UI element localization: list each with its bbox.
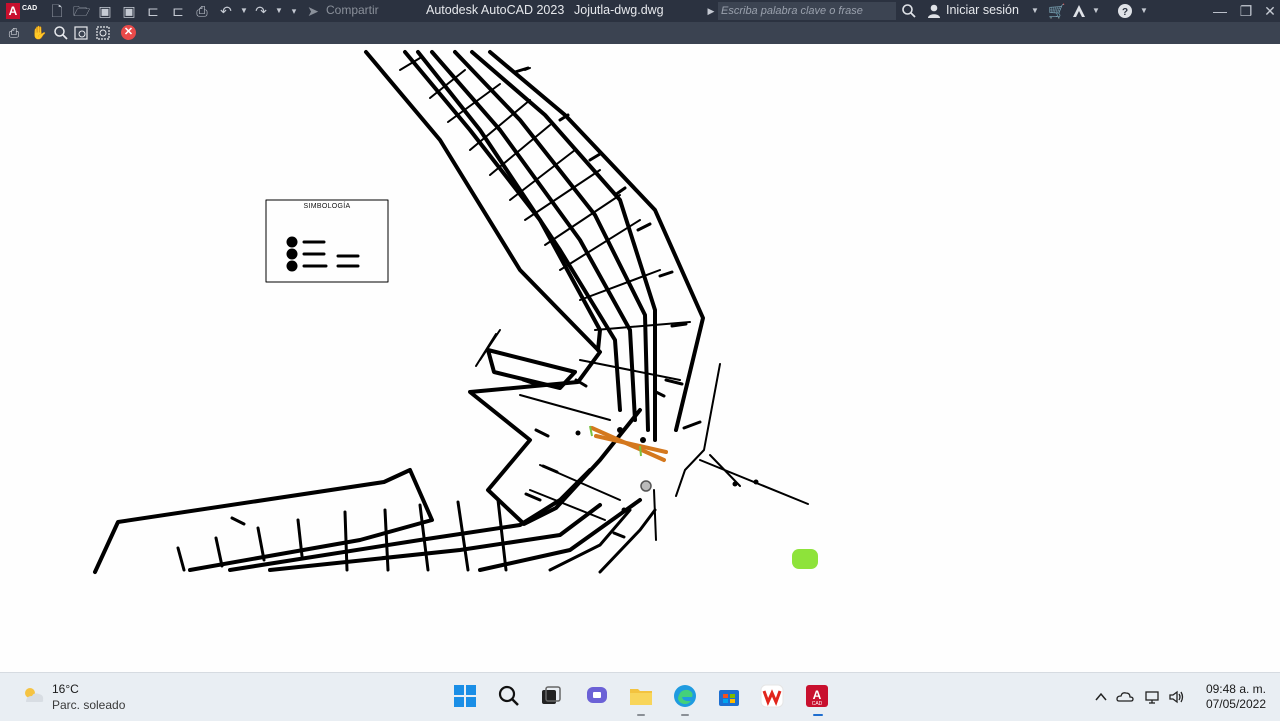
network-icon[interactable] <box>1144 689 1160 705</box>
legend-box <box>265 199 389 283</box>
chevron-up-icon[interactable] <box>1093 689 1109 705</box>
share-icon[interactable]: ➤ <box>305 3 321 19</box>
green-marker <box>792 549 818 569</box>
file-title: Jojutla-dwg.dwg <box>574 3 664 17</box>
legend-title: SIMBOLOGÍA <box>303 203 351 210</box>
edge-running-indicator <box>681 714 689 716</box>
start-icon[interactable] <box>452 683 478 709</box>
print-icon[interactable]: ⎙ <box>6 25 22 41</box>
signin-button[interactable]: Iniciar sesión <box>946 3 1019 17</box>
restore-icon[interactable]: ❐ <box>1238 3 1254 19</box>
close-icon[interactable]: ✕ <box>1262 3 1278 19</box>
cart-icon[interactable]: 🛒 <box>1048 3 1065 19</box>
autodesk-a360-icon[interactable] <box>1071 3 1087 19</box>
task-view-icon[interactable] <box>538 683 564 709</box>
edge-icon[interactable] <box>672 683 698 709</box>
user-icon[interactable] <box>926 3 942 19</box>
search-icon[interactable] <box>901 3 917 19</box>
svg-text:A: A <box>813 688 822 702</box>
cad-drawing <box>93 50 818 574</box>
title-bar: A CAD 🗋 🗁 ▣ ▣ ⊏ ⊏ ⎙ ↶ ▼ ↷ ▼ ▾ ➤ Comparti… <box>0 0 1280 22</box>
help-dropdown-icon[interactable]: ▼ <box>1136 3 1152 19</box>
minimize-icon[interactable]: — <box>1212 3 1228 19</box>
undo-icon[interactable]: ↶ <box>218 3 234 19</box>
weather-description[interactable]: Parc. soleado <box>52 698 125 712</box>
open-folder-icon[interactable]: 🗁 <box>73 3 90 19</box>
onedrive-icon[interactable] <box>1116 689 1134 705</box>
pan-icon[interactable]: ✋ <box>31 25 47 41</box>
redo-icon[interactable]: ↷ <box>253 3 269 19</box>
dropdown-icon[interactable]: ▾ <box>286 3 302 19</box>
wps-office-icon[interactable] <box>759 683 785 709</box>
app-title: Autodesk AutoCAD 2023 <box>426 3 565 17</box>
print-icon[interactable]: ⎙ <box>194 3 210 19</box>
a360-dropdown-icon[interactable]: ▼ <box>1088 3 1104 19</box>
undo-dropdown-icon[interactable]: ▼ <box>236 3 252 19</box>
close-view-icon[interactable]: ✕ <box>121 25 136 40</box>
search-input[interactable]: Escriba palabra clave o frase <box>718 2 896 20</box>
help-icon[interactable]: ? <box>1117 3 1133 19</box>
save-as-icon[interactable]: ▣ <box>121 3 137 19</box>
autocad-badge-sub: CAD <box>22 5 38 12</box>
search-icon[interactable] <box>496 683 522 709</box>
file-explorer-running-indicator <box>637 714 645 716</box>
autocad-running-indicator <box>813 714 823 716</box>
save-icon[interactable]: ▣ <box>97 3 113 19</box>
store-icon[interactable] <box>716 683 742 709</box>
import-icon[interactable]: ⊏ <box>170 3 186 19</box>
search-expand-icon[interactable]: ▶ <box>703 3 719 19</box>
autocad-icon[interactable]: A CAD <box>804 683 830 709</box>
weather-icon[interactable] <box>20 684 46 706</box>
zoom-window-icon[interactable] <box>73 25 89 41</box>
signin-dropdown-icon[interactable]: ▼ <box>1027 3 1043 19</box>
volume-icon[interactable] <box>1168 689 1184 705</box>
new-file-icon[interactable]: 🗋 <box>49 3 65 19</box>
drawing-canvas[interactable]: SIMBOLOGÍA <box>0 44 1280 672</box>
viewer-toolbar: ⎙ ✋ <box>0 22 1280 44</box>
export-icon[interactable]: ⊏ <box>145 3 161 19</box>
weather-temperature[interactable]: 16°C <box>52 682 79 696</box>
zoom-icon[interactable] <box>53 25 69 41</box>
svg-text:?: ? <box>1122 7 1128 18</box>
zoom-extents-icon[interactable] <box>95 25 111 41</box>
teams-chat-icon[interactable] <box>584 683 610 709</box>
share-button[interactable]: Compartir <box>326 3 379 17</box>
clock-date[interactable]: 07/05/2022 <box>1196 697 1266 711</box>
clock-time[interactable]: 09:48 a. m. <box>1196 682 1266 696</box>
autocad-logo[interactable]: A CAD <box>2 1 40 21</box>
svg-text:CAD: CAD <box>812 701 823 707</box>
file-explorer-icon[interactable] <box>628 683 654 709</box>
autocad-badge: A <box>6 3 20 19</box>
redo-dropdown-icon[interactable]: ▼ <box>271 3 287 19</box>
